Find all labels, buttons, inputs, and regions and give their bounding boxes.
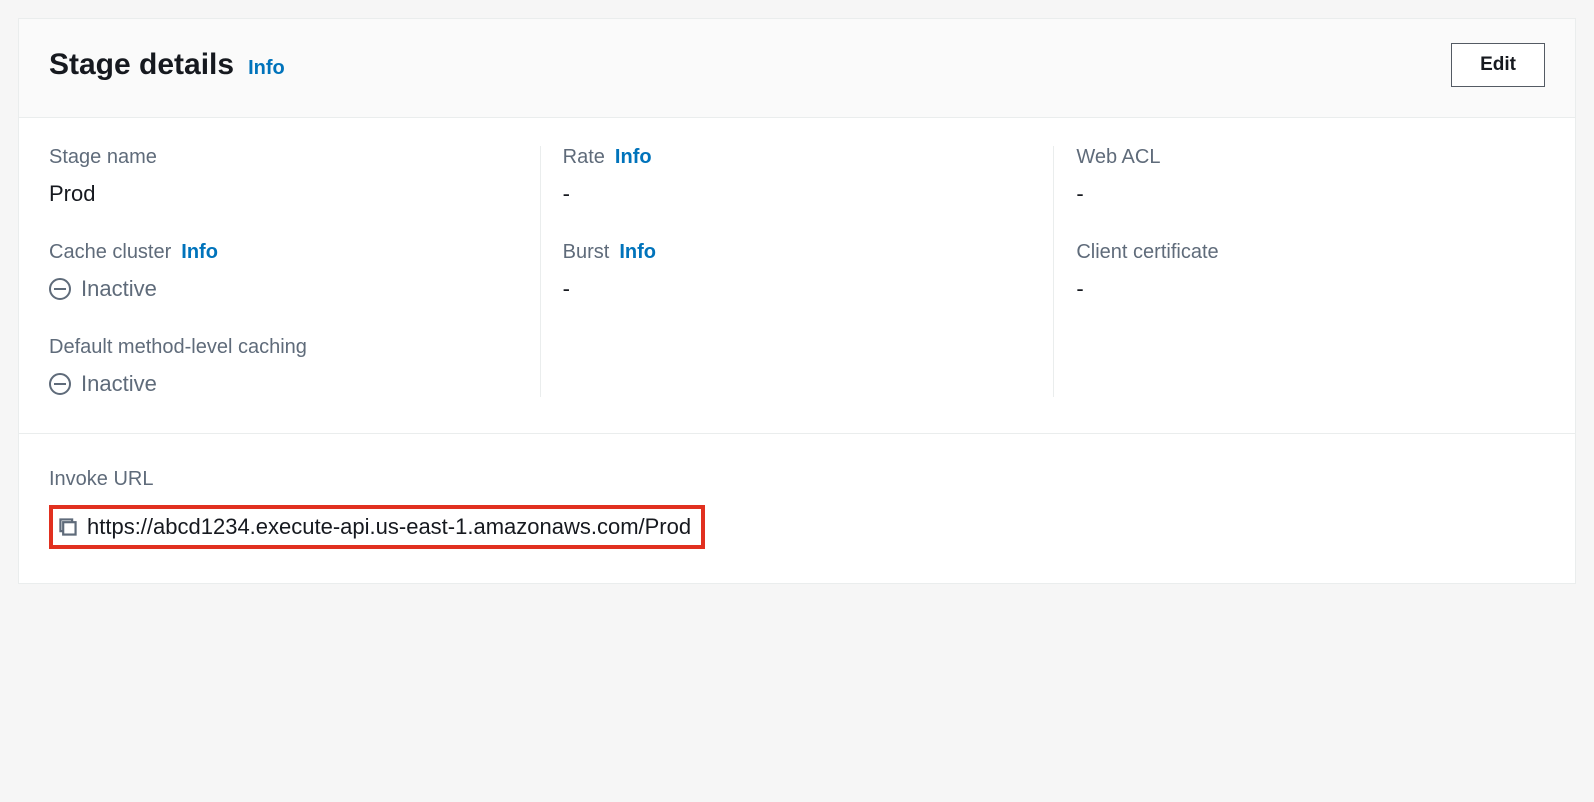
stage-name-value: Prod [49,181,518,207]
field-web-acl: Web ACL - [1076,146,1545,207]
burst-label: Burst [563,241,610,264]
burst-value: - [563,276,1032,302]
stage-details-panel: Stage details Info Edit Stage name Prod … [18,18,1576,584]
invoke-url-row: https://abcd1234.execute-api.us-east-1.a… [49,505,705,549]
field-burst: Burst Info - [563,241,1032,302]
minus-circle-icon [49,278,71,300]
web-acl-label: Web ACL [1076,146,1160,169]
field-rate: Rate Info - [563,146,1032,207]
rate-value: - [563,181,1032,207]
panel-body: Stage name Prod Cache cluster Info Inact… [19,118,1575,433]
minus-circle-icon [49,373,71,395]
cache-cluster-status: Inactive [81,276,157,302]
column-3: Web ACL - Client certificate - [1053,146,1545,397]
stage-name-label: Stage name [49,146,157,169]
method-caching-status: Inactive [81,371,157,397]
field-cache-cluster: Cache cluster Info Inactive [49,241,518,302]
rate-label: Rate [563,146,605,169]
field-method-caching: Default method-level caching Inactive [49,336,518,397]
edit-button[interactable]: Edit [1451,43,1545,87]
client-cert-value: - [1076,276,1545,302]
info-link-rate[interactable]: Info [615,146,652,169]
column-2: Rate Info - Burst Info - [540,146,1054,397]
method-caching-label: Default method-level caching [49,336,307,359]
info-link-cache-cluster[interactable]: Info [181,241,218,264]
invoke-url-section: Invoke URL https://abcd1234.execute-api.… [19,433,1575,583]
panel-header: Stage details Info Edit [19,19,1575,118]
copy-icon[interactable] [57,516,79,538]
client-cert-label: Client certificate [1076,241,1218,264]
field-stage-name: Stage name Prod [49,146,518,207]
cache-cluster-label: Cache cluster [49,241,171,264]
column-1: Stage name Prod Cache cluster Info Inact… [49,146,540,397]
invoke-url-label: Invoke URL [49,468,1545,491]
panel-title: Stage details [49,48,234,82]
invoke-url-value[interactable]: https://abcd1234.execute-api.us-east-1.a… [87,514,691,540]
info-link-burst[interactable]: Info [619,241,656,264]
info-link-header[interactable]: Info [248,57,285,80]
field-client-cert: Client certificate - [1076,241,1545,302]
web-acl-value: - [1076,181,1545,207]
